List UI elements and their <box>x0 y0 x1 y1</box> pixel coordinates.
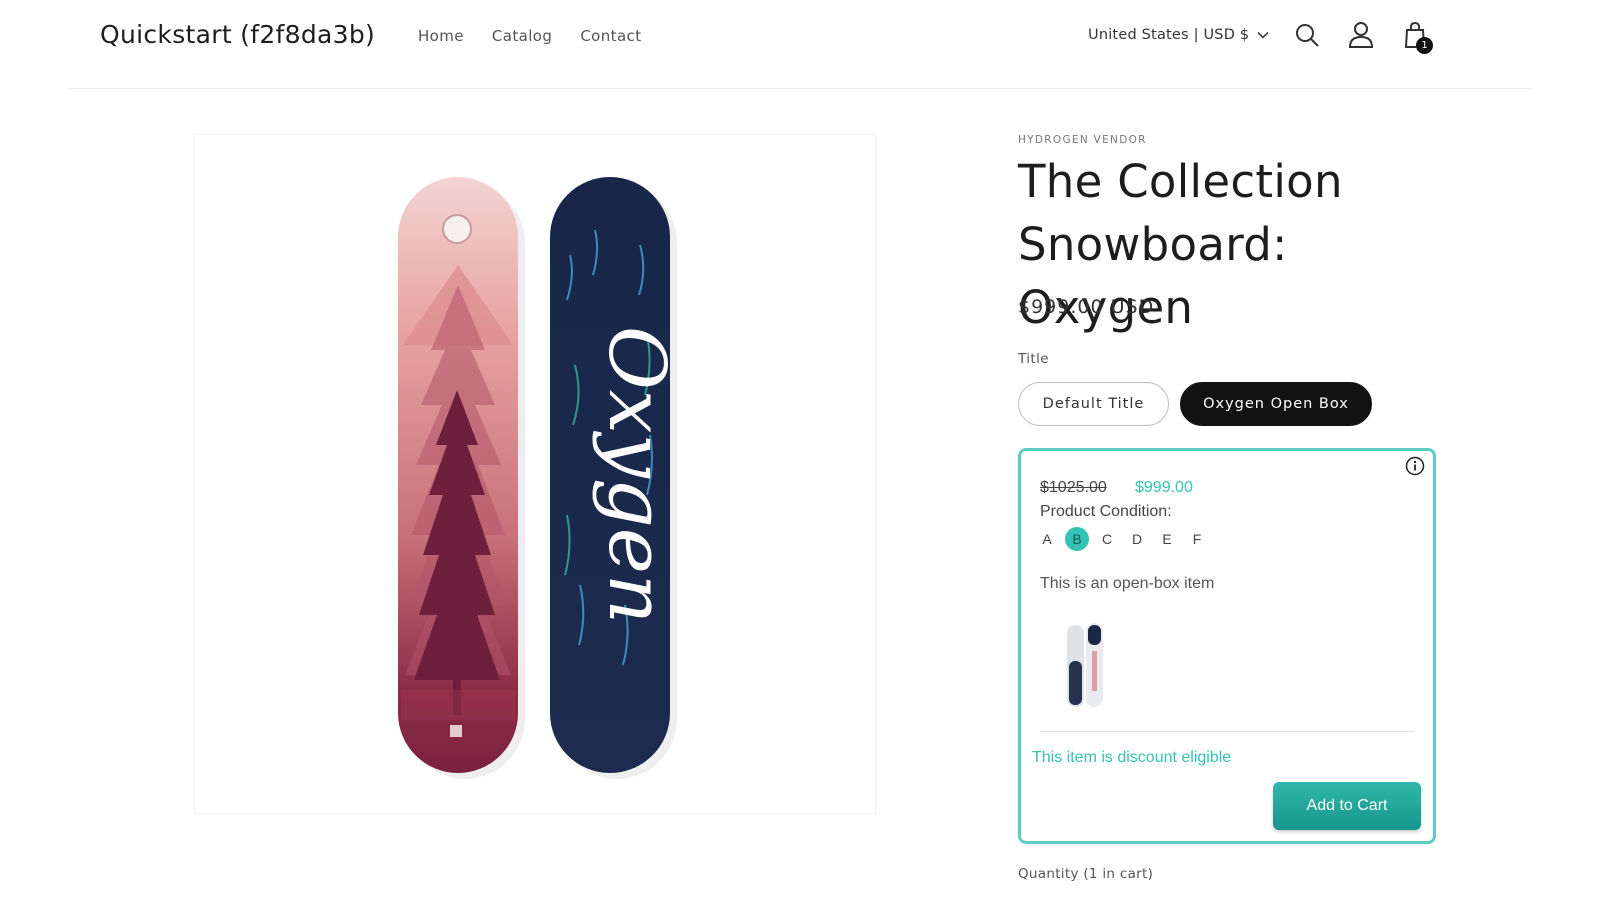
option-default-title[interactable]: Default Title <box>1018 382 1169 426</box>
grade-e[interactable]: E <box>1155 527 1179 551</box>
widget-divider <box>1040 731 1414 732</box>
nav-contact[interactable]: Contact <box>580 27 641 45</box>
nav-home[interactable]: Home <box>418 27 464 45</box>
info-icon[interactable] <box>1405 456 1425 481</box>
grade-d[interactable]: D <box>1125 527 1149 551</box>
board-oxygen-text: Oxygen <box>591 326 681 624</box>
quantity-label: Quantity (1 in cart) <box>1018 866 1154 882</box>
account-button[interactable] <box>1346 20 1376 54</box>
add-to-cart-button[interactable]: Add to Cart <box>1273 782 1421 830</box>
option-label: Title <box>1018 351 1049 367</box>
open-box-widget: $1025.00 $999.00 Product Condition: A B … <box>1018 448 1436 844</box>
chevron-down-icon <box>1257 27 1269 43</box>
store-logo[interactable]: Quickstart (f2f8da3b) <box>100 20 375 49</box>
main-nav: Home Catalog Contact <box>418 27 641 45</box>
sale-price: $999.00 <box>1135 479 1193 496</box>
navy-snowboard: Oxygen <box>550 177 681 773</box>
product-price: $999.00 USD <box>1018 296 1155 318</box>
grade-b[interactable]: B <box>1065 527 1089 551</box>
grade-c[interactable]: C <box>1095 527 1119 551</box>
original-price: $1025.00 <box>1040 479 1107 496</box>
account-icon <box>1348 21 1374 53</box>
open-box-description: This is an open-box item <box>1040 575 1215 592</box>
condition-label: Product Condition: <box>1040 503 1172 520</box>
product-image: Oxygen <box>398 177 681 779</box>
header-divider <box>66 88 1534 89</box>
product-media[interactable]: Oxygen <box>194 134 876 814</box>
cart-count-badge: 1 <box>1416 37 1433 54</box>
country-currency-selector[interactable]: United States | USD $ <box>1088 27 1269 43</box>
product-vendor: HYDROGEN VENDOR <box>1018 134 1147 146</box>
option-oxygen-open-box[interactable]: Oxygen Open Box <box>1180 382 1372 426</box>
nav-catalog[interactable]: Catalog <box>492 27 552 45</box>
search-icon <box>1294 22 1320 52</box>
open-box-thumbnail[interactable] <box>1065 621 1105 711</box>
pink-snowboard <box>398 177 518 773</box>
grade-f[interactable]: F <box>1185 527 1209 551</box>
cart-button[interactable]: 1 <box>1400 20 1433 54</box>
grade-a[interactable]: A <box>1035 527 1059 551</box>
locale-label: United States | USD $ <box>1088 27 1250 43</box>
discount-eligible-text: This item is discount eligible <box>1032 749 1232 766</box>
search-button[interactable] <box>1292 20 1322 54</box>
site-header: Quickstart (f2f8da3b) Home Catalog Conta… <box>0 0 1600 90</box>
condition-grades: A B C D E F <box>1035 527 1209 551</box>
